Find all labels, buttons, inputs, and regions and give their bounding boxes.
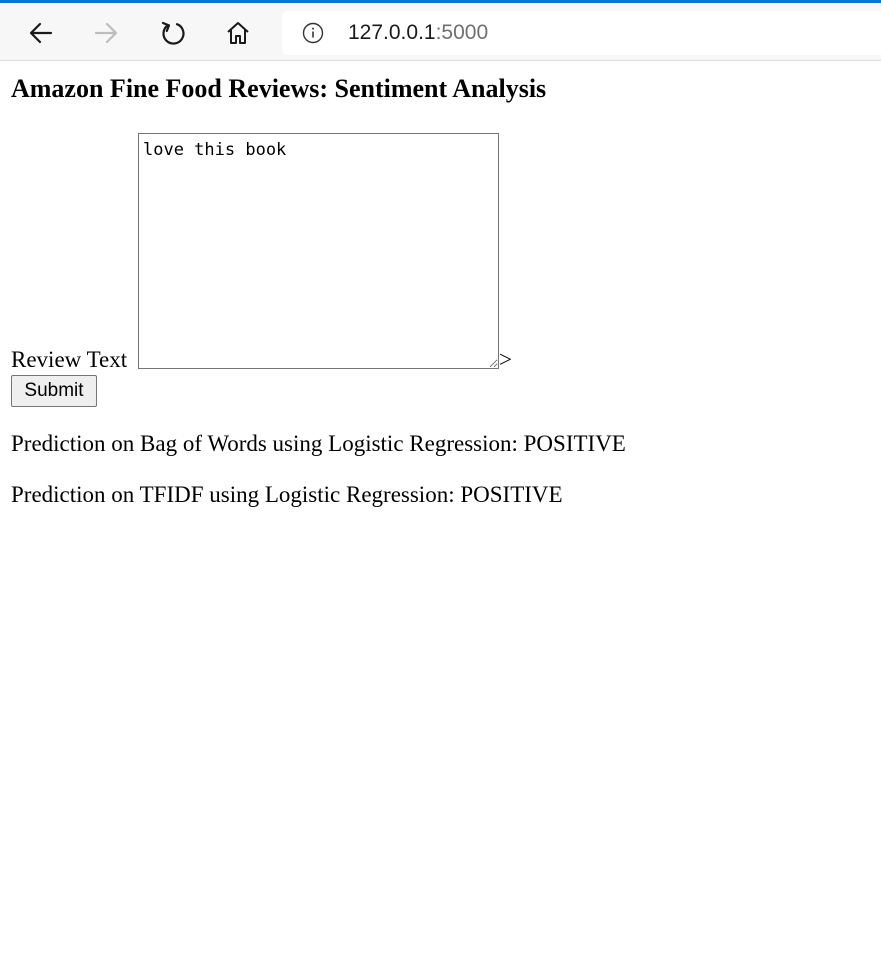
forward-button[interactable] [86,13,126,53]
back-button[interactable] [21,13,61,53]
submit-button[interactable]: Submit [11,375,97,407]
prediction-tfidf-label: Prediction on TFIDF using Logistic Regre… [11,482,461,507]
prediction-tfidf-value: POSITIVE [460,482,563,507]
prediction-bag-of-words: Prediction on Bag of Words using Logisti… [11,431,626,457]
home-icon [227,22,249,44]
prediction-tfidf: Prediction on TFIDF using Logistic Regre… [11,482,563,508]
address-bar[interactable]: 127.0.0.1:5000 [282,11,881,55]
back-arrow-icon [29,22,53,44]
refresh-button[interactable] [153,13,193,53]
page-content: Amazon Fine Food Reviews: Sentiment Anal… [0,61,881,969]
prediction-bow-value: POSITIVE [523,431,626,456]
home-button[interactable] [218,13,258,53]
review-text-label: Review Text [11,347,128,372]
url-host: 127.0.0.1 [348,21,436,44]
prediction-bow-label: Prediction on Bag of Words using Logisti… [11,431,524,456]
url-text[interactable]: 127.0.0.1:5000 [348,21,488,45]
stray-markup-text: > [499,347,512,372]
refresh-icon [161,21,185,45]
page-title: Amazon Fine Food Reviews: Sentiment Anal… [11,74,547,103]
browser-toolbar: 127.0.0.1:5000 [0,0,881,61]
info-icon[interactable] [302,22,324,44]
forward-arrow-icon [94,22,118,44]
review-text-input[interactable]: love this book [138,133,499,369]
url-port: :5000 [435,21,489,44]
